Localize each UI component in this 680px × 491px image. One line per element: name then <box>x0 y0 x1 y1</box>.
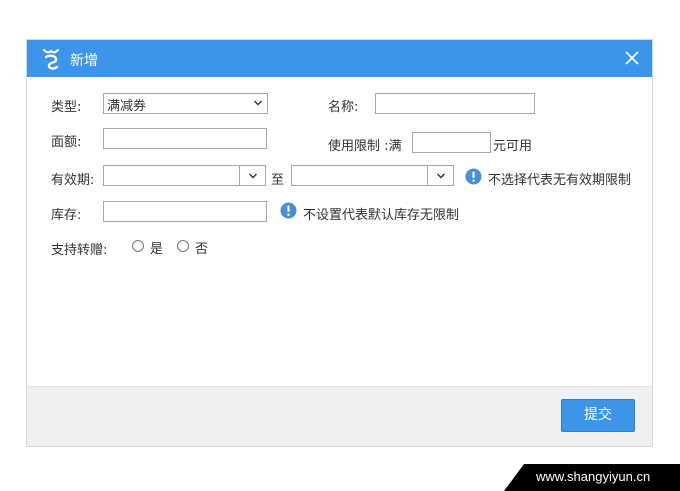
app-logo-icon <box>42 48 60 70</box>
watermark-text: www.shangyiyun.cn <box>536 469 651 484</box>
name-input[interactable] <box>375 93 535 114</box>
chevron-down-icon <box>437 173 445 179</box>
validity-start-dropdown[interactable] <box>239 166 265 185</box>
add-dialog: 新增 类型: 满减券 名称: 面额: 使用限制 :满 元可用 有效期: 至 不选… <box>26 39 653 447</box>
dialog-footer: 提交 <box>27 386 652 446</box>
close-icon[interactable] <box>622 48 642 68</box>
usage-limit-suffix: 元可用 <box>493 139 533 154</box>
type-selected-value: 满减券 <box>107 99 147 114</box>
usage-limit-input[interactable] <box>412 132 491 153</box>
validity-end-combo[interactable] <box>291 165 454 186</box>
transfer-no-label[interactable]: 否 <box>195 238 208 257</box>
validity-end-dropdown[interactable] <box>427 166 453 185</box>
type-label: 类型: <box>51 100 82 115</box>
submit-button[interactable]: 提交 <box>561 399 635 432</box>
amount-input[interactable] <box>103 128 267 149</box>
chevron-down-icon <box>254 100 262 106</box>
transfer-yes-label[interactable]: 是 <box>150 238 163 257</box>
validity-label: 有效期: <box>51 173 95 188</box>
transfer-yes-radio[interactable] <box>132 240 144 252</box>
validity-start-combo[interactable] <box>103 165 266 186</box>
transfer-no-radio[interactable] <box>177 240 189 252</box>
validity-to-label: 至 <box>271 173 285 188</box>
name-label: 名称: <box>328 100 359 115</box>
dialog-title: 新增 <box>70 53 98 69</box>
amount-label: 面额: <box>51 135 82 150</box>
chevron-down-icon <box>249 173 257 179</box>
info-icon <box>280 202 297 219</box>
info-icon <box>465 168 482 185</box>
usage-limit-label: 使用限制 :满 <box>328 139 402 154</box>
type-select[interactable]: 满减券 <box>103 93 268 114</box>
dialog-titlebar: 新增 <box>27 40 652 77</box>
validity-hint: 不选择代表无有效期限制 <box>488 173 632 188</box>
stock-input[interactable] <box>103 201 267 222</box>
transfer-label: 支持转赠: <box>51 243 108 258</box>
stock-label: 库存: <box>51 208 82 223</box>
stock-hint: 不设置代表默认库存无限制 <box>303 208 460 223</box>
